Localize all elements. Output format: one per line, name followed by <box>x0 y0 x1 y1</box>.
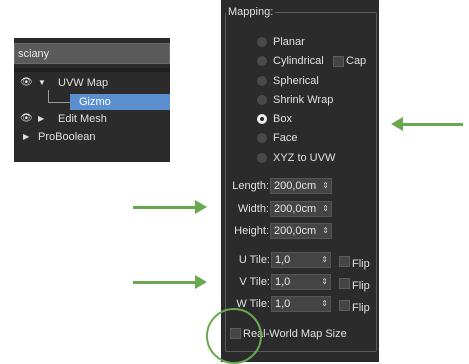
eye-icon[interactable]: 👁 <box>20 75 33 91</box>
eye-icon[interactable]: 👁 <box>20 111 33 127</box>
radio-label: Planar <box>273 36 305 48</box>
w-tile-value: 1,0 <box>275 298 291 310</box>
radio-label: Shrink Wrap <box>273 94 334 106</box>
arrow-head-icon <box>195 275 207 289</box>
u-tile-label: U Tile: <box>238 254 270 266</box>
mapping-title: Mapping: <box>226 6 276 18</box>
width-spinner[interactable]: 200,0cm ⇕ <box>270 201 332 217</box>
v-tile-spinner[interactable]: 1,0 ⇕ <box>271 274 331 290</box>
w-tile-spinner[interactable]: 1,0 ⇕ <box>271 296 331 312</box>
stack-item-proboolean[interactable]: ▶ ProBoolean <box>14 129 170 145</box>
spinner-arrows-icon[interactable]: ⇕ <box>321 297 328 311</box>
v-tile-value: 1,0 <box>275 276 291 288</box>
u-flip-checkbox[interactable] <box>339 256 350 267</box>
radio-label: Box <box>273 113 292 125</box>
width-value: 200,0cm <box>274 203 317 215</box>
stack-item-label: Edit Mesh <box>58 113 107 125</box>
expand-right-icon[interactable]: ▶ <box>38 111 46 127</box>
spinner-arrows-icon[interactable]: ⇕ <box>322 202 329 216</box>
w-flip-checkbox[interactable] <box>339 300 350 311</box>
radio-label: Face <box>273 132 298 144</box>
stack-item-label: ProBoolean <box>38 131 96 143</box>
annotation-arrow-box <box>403 123 463 126</box>
arrow-head-icon <box>195 200 207 214</box>
u-flip-label: Flip <box>352 258 370 270</box>
annotation-arrow-v-tile <box>133 281 195 284</box>
radio-dot <box>257 153 267 163</box>
w-flip-label: Flip <box>352 302 370 314</box>
radio-dot <box>257 56 267 66</box>
expand-down-icon[interactable]: ▼ <box>38 75 46 91</box>
v-flip-checkbox[interactable] <box>339 278 350 289</box>
stack-item-uvw-map[interactable]: 👁 ▼ UVW Map <box>14 75 170 91</box>
stack-item-edit-mesh[interactable]: 👁 ▶ Edit Mesh <box>14 111 170 127</box>
height-spinner[interactable]: 200,0cm ⇕ <box>270 223 332 239</box>
mapping-panel: Mapping: Planar Cylindrical Cap Spherica… <box>221 0 379 362</box>
width-label: Width: <box>237 203 269 215</box>
radio-dot <box>257 133 267 143</box>
height-value: 200,0cm <box>274 225 317 237</box>
radio-dot <box>257 76 267 86</box>
tree-connector <box>48 90 71 103</box>
radio-label: Spherical <box>273 75 319 87</box>
stack-item-gizmo[interactable]: Gizmo <box>70 94 170 110</box>
radio-label: Cylindrical <box>273 55 324 67</box>
length-value: 200,0cm <box>274 180 317 192</box>
v-tile-label: V Tile: <box>239 276 270 288</box>
length-label: Length: <box>232 180 269 192</box>
stack-item-label: UVW Map <box>58 77 109 89</box>
annotation-arrow-width <box>133 206 195 209</box>
annotation-circle-real-world <box>206 308 262 364</box>
u-tile-spinner[interactable]: 1,0 ⇕ <box>271 252 331 268</box>
u-tile-value: 1,0 <box>275 254 291 266</box>
spinner-arrows-icon[interactable]: ⇕ <box>321 275 328 289</box>
height-label: Height: <box>234 225 269 237</box>
cap-label: Cap <box>346 55 367 67</box>
radio-label: XYZ to UVW <box>273 152 336 164</box>
radio-dot <box>257 37 267 47</box>
v-flip-label: Flip <box>352 280 370 292</box>
spinner-arrows-icon[interactable]: ⇕ <box>321 253 328 267</box>
radio-dot <box>257 95 267 105</box>
arrow-head-icon <box>391 117 403 131</box>
stack-divider <box>14 68 170 72</box>
length-spinner[interactable]: 200,0cm ⇕ <box>270 178 332 194</box>
spinner-arrows-icon[interactable]: ⇕ <box>322 224 329 238</box>
spinner-arrows-icon[interactable]: ⇕ <box>322 179 329 193</box>
expand-right-icon[interactable]: ▶ <box>23 129 29 145</box>
cap-checkbox[interactable] <box>333 56 344 67</box>
radio-dot-selected <box>257 114 267 124</box>
modifier-stack-panel: sciany 👁 ▼ UVW Map Gizmo 👁 ▶ Edit Mesh ▶… <box>14 38 170 162</box>
object-name-field[interactable]: sciany <box>14 43 170 64</box>
